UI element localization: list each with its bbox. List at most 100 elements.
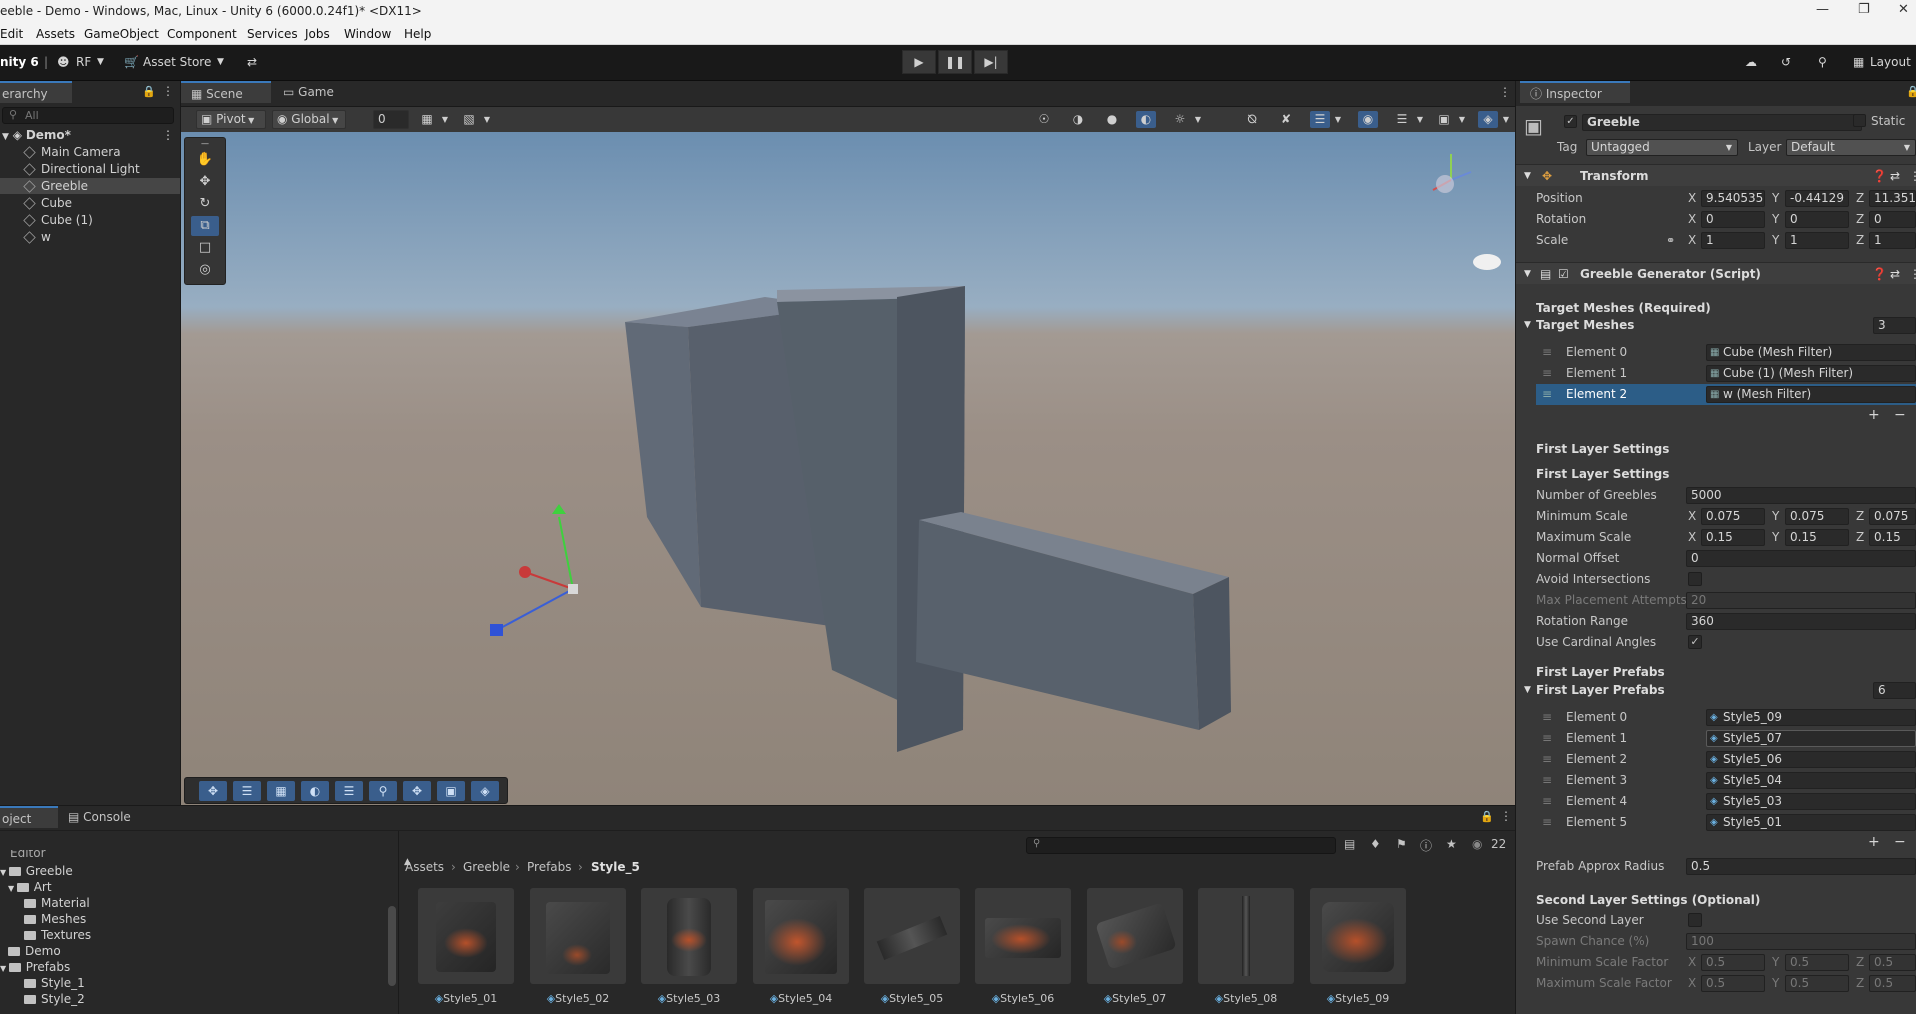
tree-item[interactable]: Style_1 (0, 975, 390, 991)
rotation-y-field[interactable]: 0 (1785, 211, 1849, 228)
preset-icon[interactable]: ⇄ (1890, 263, 1900, 285)
more-icon[interactable]: ⋮ (1909, 165, 1916, 187)
crosshair-icon[interactable]: ✥ (403, 781, 431, 801)
layers-icon[interactable]: ☰ (335, 781, 363, 801)
zoom-icon[interactable]: ⚲ (369, 781, 397, 801)
orientation-gizmo[interactable] (1432, 154, 1472, 193)
rotation-range-field[interactable]: 360 (1686, 613, 1916, 630)
tree-item[interactable]: Material (0, 895, 390, 911)
min-scale-z-field[interactable]: 0.075 (1869, 508, 1916, 525)
version-control-icon[interactable]: ⇄ (247, 55, 257, 69)
more-icon[interactable]: ⋮ (1909, 263, 1916, 285)
chevron-down-icon[interactable]: ▼ (1496, 111, 1516, 128)
more-icon[interactable]: ⋮ (1500, 809, 1512, 823)
tree-item[interactable]: Meshes (0, 911, 390, 927)
num-greebles-field[interactable]: 5000 (1686, 487, 1916, 504)
effects-icon[interactable]: ☰ (1310, 111, 1330, 128)
asset-tile[interactable]: ◈Style5_03 (641, 888, 737, 1005)
tab-project[interactable]: oject (0, 806, 58, 828)
hierarchy-search[interactable]: ⚲ All (2, 107, 174, 124)
z-axis-handle[interactable] (496, 588, 574, 631)
lock-icon[interactable]: 🔒 (142, 85, 156, 98)
drag-handle-icon[interactable]: ≡ (1542, 384, 1552, 405)
asset-tile[interactable]: ◈Style5_08 (1198, 888, 1294, 1005)
camera-icon[interactable]: ▣ (1434, 111, 1454, 128)
list-item[interactable]: ≡Element 0◈Style5_09◉ (1536, 707, 1916, 728)
prefabs-count-field[interactable]: 6 (1873, 682, 1916, 699)
rotation-x-field[interactable]: 0 (1701, 211, 1765, 228)
preset-icon[interactable]: ⇄ (1890, 165, 1900, 187)
min-scale-y-field[interactable]: 0.075 (1785, 508, 1849, 525)
x-axis-handle[interactable] (524, 571, 574, 590)
more-icon[interactable]: ⋮ (162, 127, 174, 143)
hierarchy-item[interactable]: Cube (1) (0, 212, 180, 228)
asset-tile[interactable]: ◈Style5_07 (1087, 888, 1183, 1005)
tree-item[interactable]: ▼ Greeble (0, 863, 390, 879)
list-item[interactable]: ≡Element 3◈Style5_04◉ (1536, 770, 1916, 791)
pause-button[interactable]: ❚❚ (938, 50, 972, 74)
menu-assets[interactable]: Assets (36, 27, 75, 41)
avoid-checkbox[interactable] (1688, 572, 1702, 586)
radius-field[interactable]: 0.5 (1686, 858, 1916, 875)
play-button[interactable]: ▶ (902, 50, 936, 74)
scale-tool-icon[interactable]: ⧉ (191, 216, 219, 236)
cloud-icon[interactable]: ☁ (1745, 55, 1757, 69)
object-field[interactable]: ◈ Style5_04 (1706, 772, 1916, 789)
lock-icon[interactable]: 🔒 (1480, 810, 1494, 823)
hierarchy-item[interactable]: Main Camera (0, 144, 180, 160)
active-checkbox[interactable]: ✓ (1564, 115, 1577, 128)
lit-icon[interactable]: ◐ (1136, 111, 1156, 128)
hidden-packages-icon[interactable]: ◉ (1472, 837, 1482, 851)
layout-button[interactable]: Layout (1870, 55, 1911, 69)
shaded-icon[interactable]: ● (1102, 111, 1122, 128)
help-icon[interactable]: ❓ (1872, 263, 1887, 285)
sphere-icon[interactable]: ◐ (301, 781, 329, 801)
layer-dropdown[interactable]: Default ▼ (1786, 139, 1916, 156)
chevron-down-icon[interactable]: ▼ (1328, 111, 1348, 128)
warning-icon[interactable]: ⓘ (1420, 837, 1432, 854)
global-dropdown[interactable]: ◉ Global ▼ (272, 110, 346, 129)
wireframe-icon[interactable]: ☉ (1034, 111, 1054, 128)
x-axis-arrow[interactable] (519, 566, 531, 578)
object-name-field[interactable]: Greeble (1582, 114, 1862, 131)
object-field[interactable]: ◈ Style5_01 (1706, 814, 1916, 831)
object-field[interactable]: ▦ Cube (1) (Mesh Filter) (1706, 365, 1916, 382)
object-field[interactable]: ▦ Cube (Mesh Filter) (1706, 344, 1916, 361)
max-scale-x-field[interactable]: 0.15 (1701, 529, 1765, 546)
filter-type-icon[interactable]: ▤ (1344, 837, 1355, 851)
grid-snap-icon[interactable]: ▦ (417, 111, 437, 128)
gizmos-icon[interactable]: ◈ (1478, 111, 1498, 128)
lighting-toggle-icon[interactable]: ✘ (1276, 111, 1296, 128)
move-icon[interactable]: ✥ (199, 781, 227, 801)
compass-icon[interactable]: ◈ (471, 781, 499, 801)
drag-handle-icon[interactable]: ≡ (1542, 791, 1552, 812)
grip-icon[interactable]: — (191, 140, 219, 148)
scene-viewport[interactable] (181, 132, 1515, 805)
search-icon[interactable]: ⚲ (1818, 55, 1827, 69)
drag-handle-icon[interactable]: ≡ (1542, 363, 1552, 384)
asset-tile[interactable]: ◈Style5_01 (418, 888, 514, 1005)
help-icon[interactable]: ❓ (1872, 165, 1887, 187)
tree-item[interactable]: Textures (0, 927, 390, 943)
menu-help[interactable]: Help (404, 27, 431, 41)
normal-offset-field[interactable]: 0 (1686, 550, 1916, 567)
tab-scene[interactable]: ▦ Scene (181, 81, 271, 103)
more-icon[interactable]: ⋮ (1499, 85, 1511, 99)
pivot-dropdown[interactable]: ▣ Pivot ▼ (196, 110, 266, 129)
object-field[interactable]: ▦ w (Mesh Filter) (1706, 386, 1916, 403)
breadcrumb-greeble[interactable]: Greeble (463, 860, 510, 874)
menu-gameobject[interactable]: GameObject (84, 27, 159, 41)
scale-y-field[interactable]: 1 (1785, 232, 1849, 249)
position-y-field[interactable]: -0.44129 (1785, 190, 1849, 207)
history-icon[interactable]: ↺ (1781, 55, 1791, 69)
center-handle[interactable] (568, 584, 578, 594)
grid-icon[interactable]: ▦ (267, 781, 295, 801)
asset-tile[interactable]: ◈Style5_06 (975, 888, 1071, 1005)
position-z-field[interactable]: 11.35132 (1869, 190, 1916, 207)
close-icon[interactable]: ✕ (1898, 2, 1909, 17)
menu-services[interactable]: Services (247, 27, 298, 41)
step-button[interactable]: ▶| (974, 50, 1008, 74)
drag-handle-icon[interactable]: ≡ (1542, 770, 1552, 791)
min-scale-x-field[interactable]: 0.075 (1701, 508, 1765, 525)
use-second-checkbox[interactable] (1688, 913, 1702, 927)
